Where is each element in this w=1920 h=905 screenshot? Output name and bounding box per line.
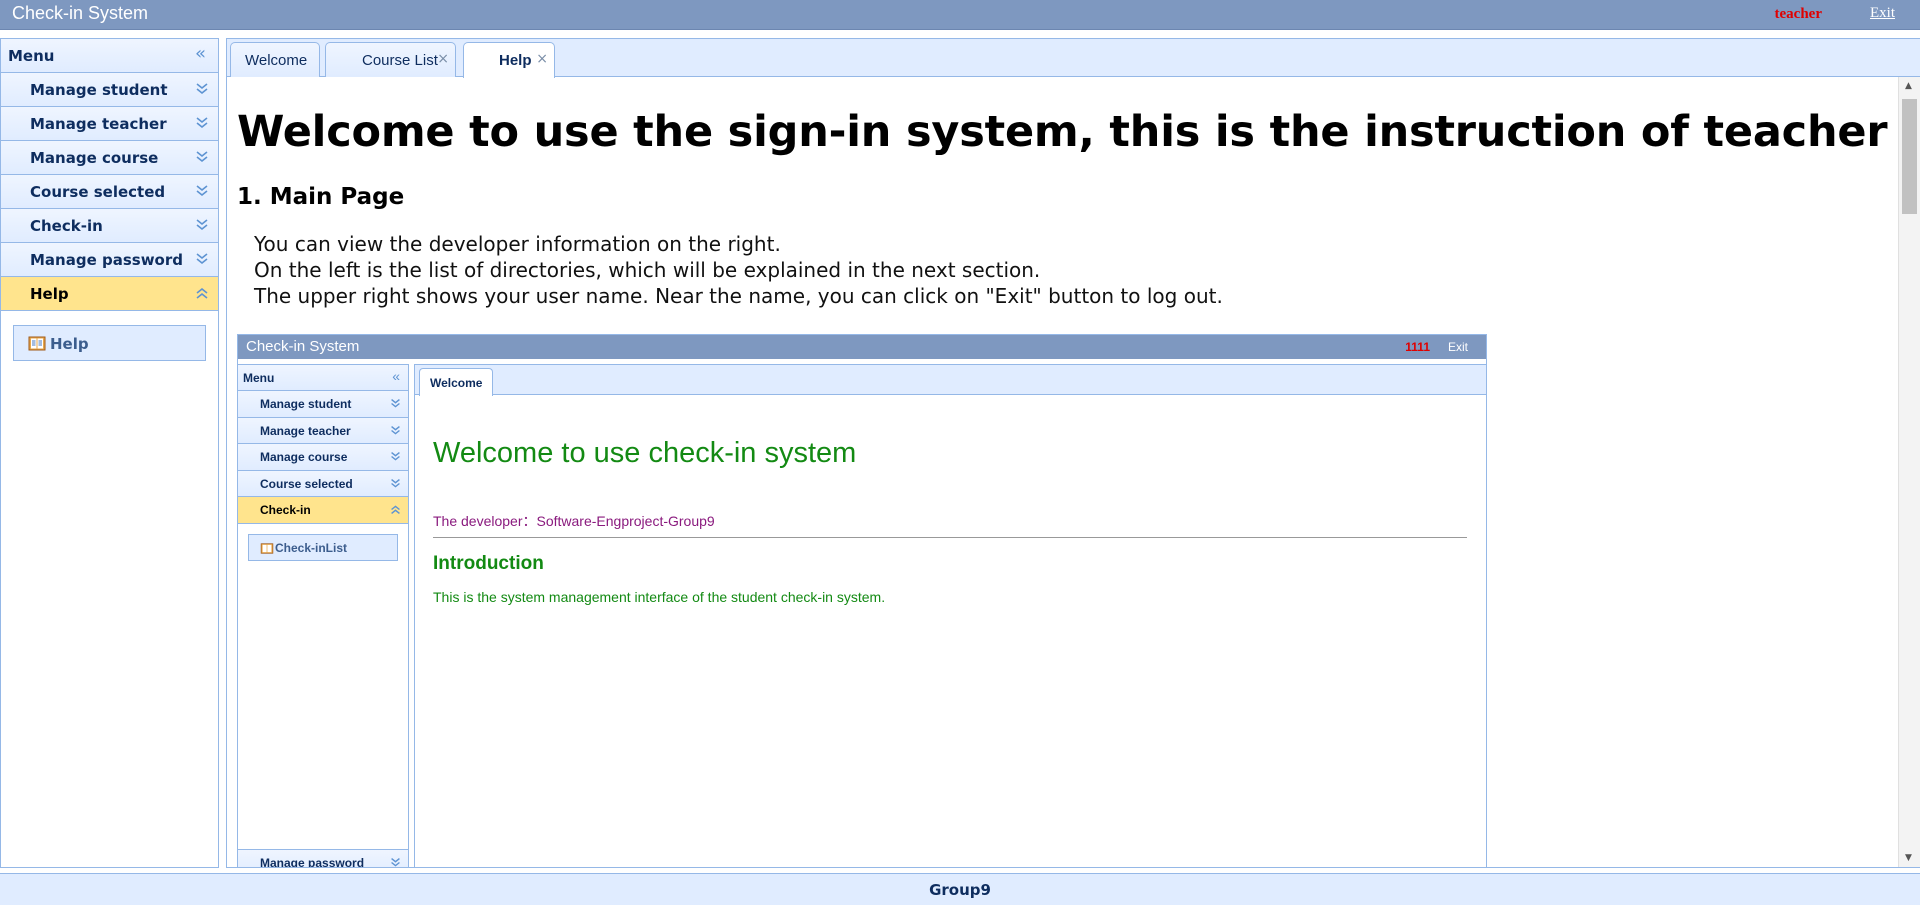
sidebar-item-manage-password[interactable]: Manage password — [1, 243, 218, 277]
chevron-up-icon — [196, 287, 208, 299]
section-title: 1. Main Page — [237, 184, 405, 210]
book-icon — [28, 336, 46, 351]
scrollbar-thumb[interactable] — [1902, 99, 1917, 214]
sidebar-item-label: Help — [30, 285, 69, 303]
screenshot-menu-label: Manage student — [260, 397, 352, 411]
top-header: Check-in System teacher Exit — [0, 0, 1920, 30]
screenshot-welcome-title: Welcome to use check-in system — [433, 437, 857, 469]
tab-course-list[interactable]: Course List × — [325, 42, 456, 77]
close-icon[interactable]: × — [536, 51, 548, 67]
scroll-down-icon[interactable]: ▼ — [1905, 853, 1912, 863]
screenshot-submenu-label: Check-inList — [275, 540, 348, 555]
paragraph: You can view the developer information o… — [254, 232, 781, 256]
chevron-down-icon — [196, 185, 208, 197]
scroll-up-icon[interactable]: ▲ — [1905, 81, 1912, 91]
divider — [433, 537, 1467, 538]
username: teacher — [1774, 6, 1822, 22]
screenshot-menu: Menu « Manage student Manage teacher Man… — [238, 364, 409, 867]
tab-label: Course List — [362, 52, 438, 69]
footer-text: Group9 — [929, 881, 991, 899]
main-page-screenshot: Check-in System 1111 Exit Menu « Manage … — [237, 334, 1487, 867]
sidebar-item-course-selected[interactable]: Course selected — [1, 175, 218, 209]
screenshot-menu-label: Manage password — [260, 855, 365, 868]
sidebar-item-label: Manage password — [30, 251, 183, 269]
book-icon — [260, 542, 274, 554]
chevron-down-icon — [196, 117, 208, 129]
screenshot-submenu: Check-inList — [238, 524, 408, 842]
chevron-down-icon — [391, 857, 400, 867]
chevron-down-icon — [391, 478, 400, 488]
screenshot-app-title: Check-in System — [246, 338, 360, 355]
screenshot-menu-title: Menu — [243, 371, 275, 385]
chevron-down-icon — [196, 151, 208, 163]
chevron-down-icon — [196, 219, 208, 231]
screenshot-username: 1111 — [1405, 340, 1430, 354]
help-content: Welcome to use the sign-in system, this … — [227, 77, 1899, 867]
screenshot-tab: Welcome — [419, 368, 493, 396]
chevron-down-icon — [391, 452, 400, 461]
screenshot-menu-label: Manage teacher — [260, 423, 351, 438]
menu-title: Menu — [8, 47, 55, 65]
sidebar-item-label: Manage teacher — [30, 115, 167, 133]
collapse-left-icon[interactable]: « — [195, 45, 206, 63]
screenshot-menu-item: Course selected — [238, 470, 408, 497]
sidebar-item-label: Manage course — [30, 149, 159, 167]
app-title: Check-in System — [12, 3, 149, 23]
screenshot-menu-header: Menu « — [238, 365, 408, 391]
chevron-down-icon — [196, 253, 208, 265]
screenshot-developer: The developer：Software-Engproject-Group9 — [433, 513, 715, 529]
screenshot-submenu-item: Check-inList — [248, 533, 398, 561]
screenshot-body: Welcome to use check-in system The devel… — [415, 395, 1486, 867]
screenshot-menu-item-bottom: Manage password — [238, 848, 408, 868]
screenshot-tab-bar: Welcome — [415, 365, 1486, 396]
screenshot-tab-label: Welcome — [430, 376, 483, 390]
tab-bar: Welcome Course List × Help × — [227, 39, 1920, 78]
tab-help[interactable]: Help × — [463, 42, 555, 78]
screenshot-header: Check-in System 1111 Exit — [238, 335, 1486, 359]
screenshot-menu-label: Course selected — [260, 476, 353, 491]
sidebar-menu: Menu « Manage student Manage teacher Man… — [0, 38, 219, 868]
submenu-item-label: Help — [50, 335, 89, 353]
screenshot-intro-text: This is the system management interface … — [433, 589, 886, 605]
screenshot-panel: Welcome Welcome to use check-in system T… — [414, 364, 1486, 867]
paragraph: On the left is the list of directories, … — [254, 258, 1041, 282]
chevron-down-icon — [391, 399, 400, 408]
footer: Group9 — [0, 873, 1920, 905]
sidebar-item-label: Course selected — [30, 183, 166, 201]
tab-welcome[interactable]: Welcome — [230, 42, 320, 77]
screenshot-intro-title: Introduction — [433, 553, 544, 574]
collapse-left-icon: « — [392, 368, 400, 384]
submenu-item-help[interactable]: Help — [13, 325, 206, 361]
screenshot-menu-label: Check-in — [260, 503, 311, 517]
page-title: Welcome to use the sign-in system, this … — [237, 107, 1899, 157]
chevron-down-icon — [391, 425, 400, 435]
paragraph: The upper right shows your user name. Ne… — [254, 284, 1223, 308]
chevron-down-icon — [196, 83, 208, 95]
sidebar-item-check-in[interactable]: Check-in — [1, 209, 218, 243]
screenshot-exit: Exit — [1447, 340, 1468, 354]
help-submenu: Help — [1, 311, 218, 651]
tab-panel: Welcome Course List × Help × Welcome to … — [226, 38, 1920, 868]
screenshot-menu-item-active: Check-in — [238, 497, 408, 524]
tab-label: Help — [499, 52, 532, 69]
vertical-scrollbar[interactable]: ▲ ▼ — [1898, 77, 1920, 867]
exit-link[interactable]: Exit — [1870, 5, 1895, 22]
sidebar-item-manage-teacher[interactable]: Manage teacher — [1, 107, 218, 141]
tab-label: Welcome — [245, 52, 308, 69]
screenshot-menu-item: Manage course — [238, 444, 408, 471]
screenshot-menu-item: Manage student — [238, 391, 408, 418]
chevron-up-icon — [391, 505, 400, 514]
sidebar-item-manage-course[interactable]: Manage course — [1, 141, 218, 175]
sidebar-item-help[interactable]: Help — [1, 277, 218, 311]
menu-header: Menu « — [1, 39, 218, 73]
sidebar-item-label: Manage student — [30, 81, 168, 99]
sidebar-item-manage-student[interactable]: Manage student — [1, 73, 218, 107]
screenshot-menu-item: Manage teacher — [238, 417, 408, 444]
close-icon[interactable]: × — [437, 51, 449, 67]
screenshot-menu-label: Manage course — [260, 450, 348, 464]
sidebar-item-label: Check-in — [30, 217, 103, 235]
